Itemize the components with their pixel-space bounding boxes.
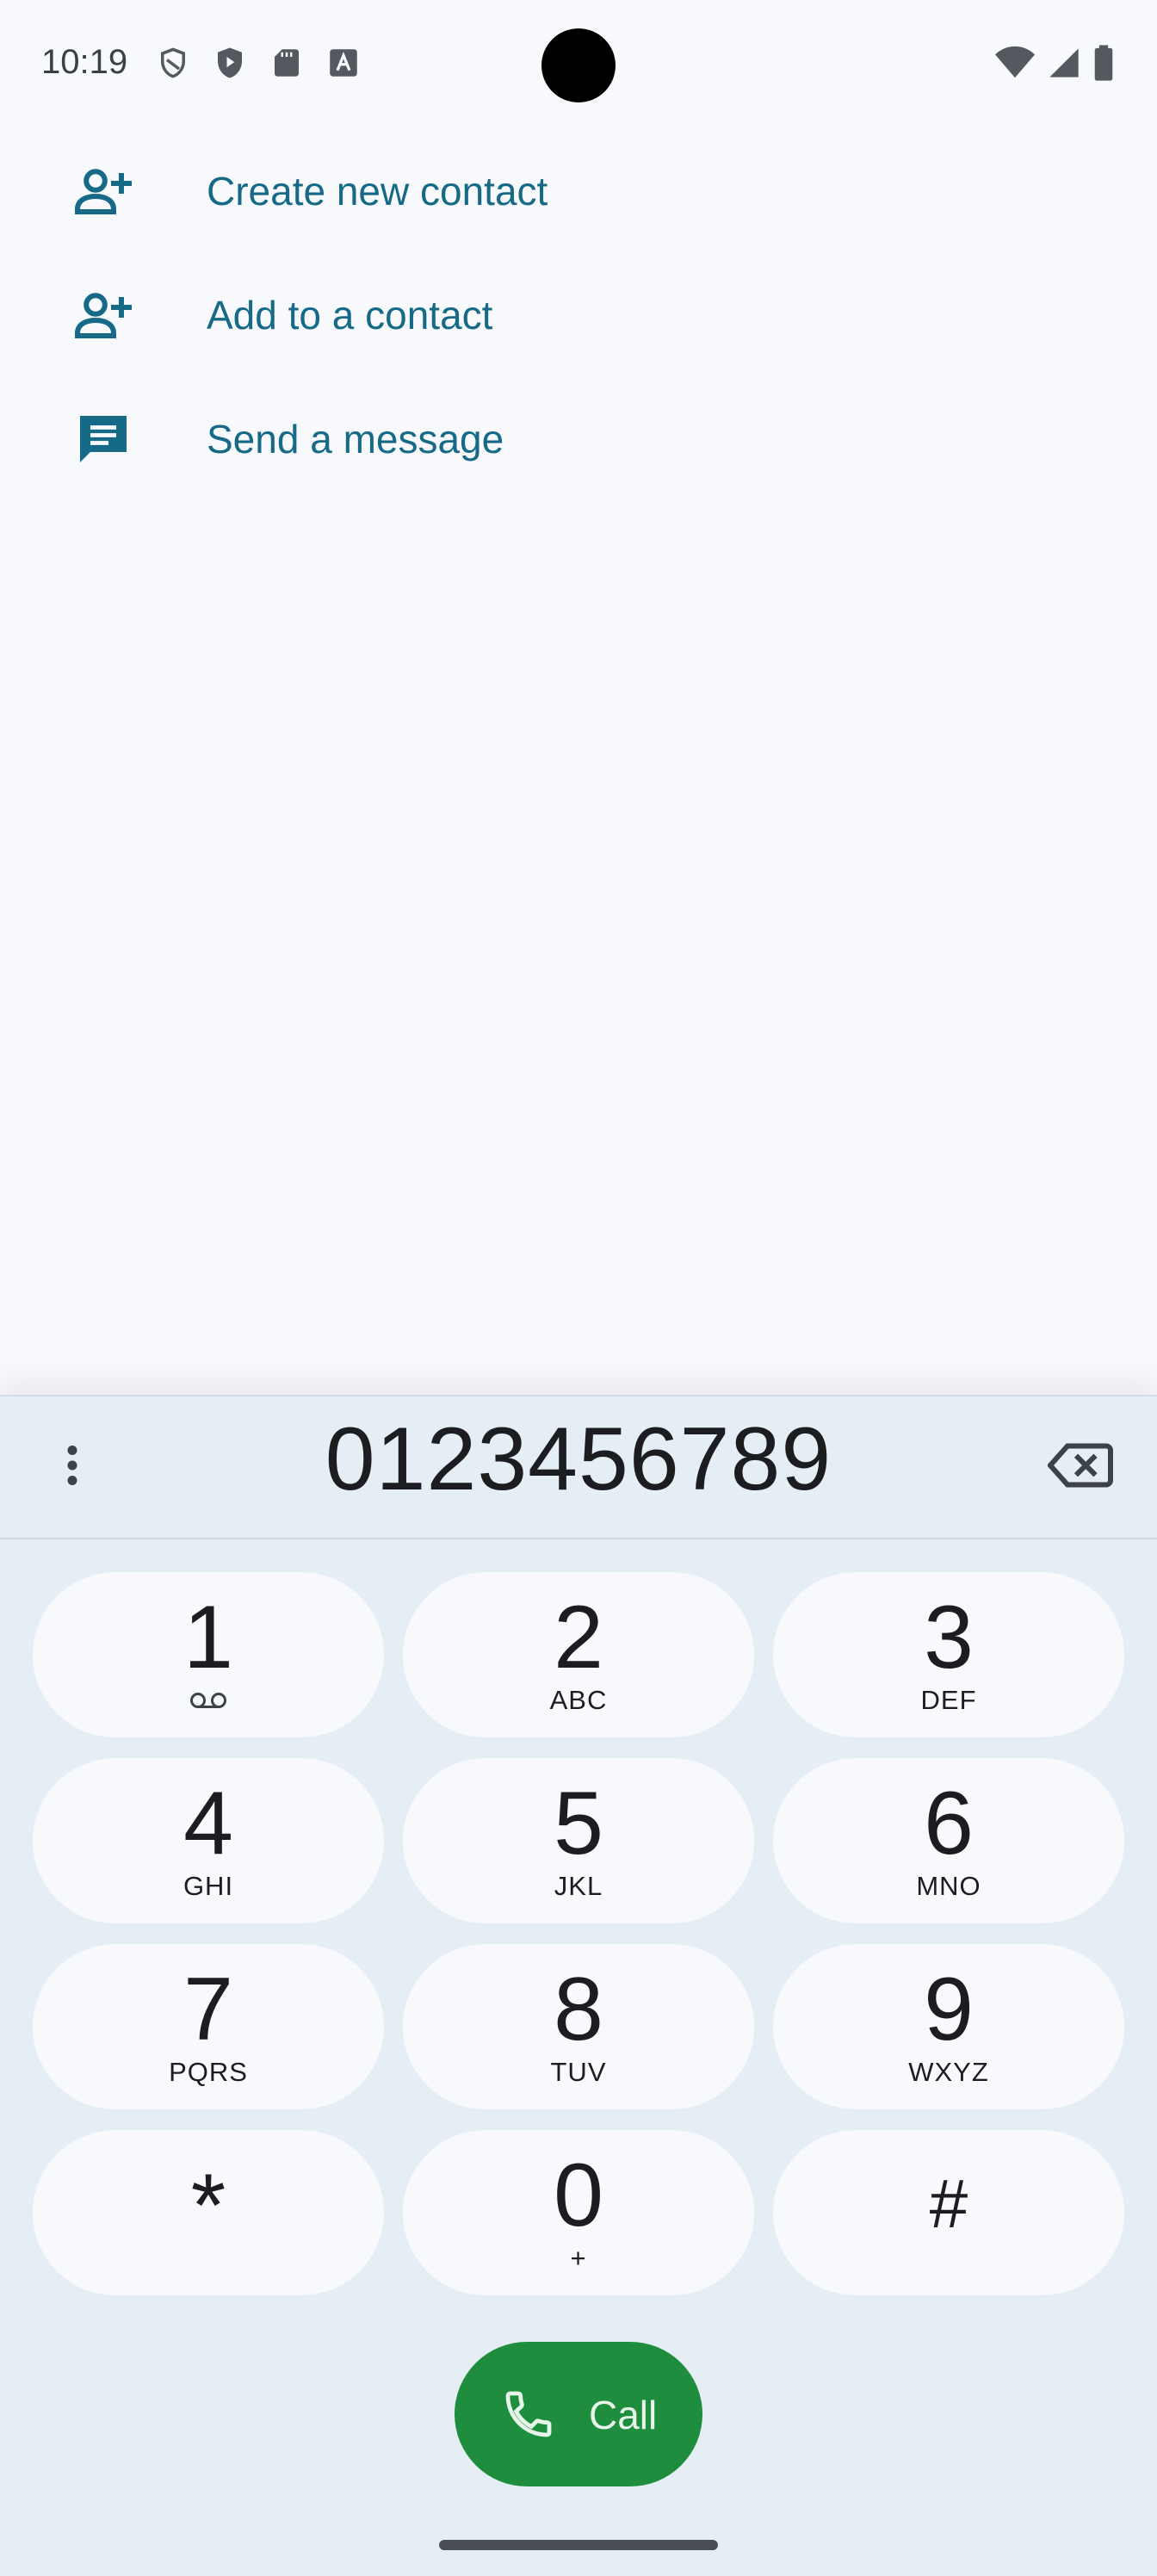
- more-vert-icon: [67, 1446, 77, 1485]
- sd-card-icon: [275, 49, 299, 77]
- send-message-label: Send a message: [207, 417, 504, 461]
- send-message-item[interactable]: Send a message: [0, 377, 1157, 501]
- call-label: Call: [589, 2393, 658, 2437]
- font-a-icon: [330, 49, 357, 77]
- shield-outline-icon: [161, 47, 185, 78]
- call-button[interactable]: Call: [455, 2342, 702, 2486]
- key-letters: DEF: [920, 1685, 977, 1715]
- home-indicator[interactable]: [439, 2540, 718, 2550]
- create-new-contact-item[interactable]: Create new contact: [0, 129, 1157, 253]
- key-1[interactable]: 1: [33, 1572, 384, 1737]
- key-letters: GHI: [183, 1871, 234, 1901]
- key-star[interactable]: *: [33, 2130, 384, 2295]
- key-digit: 7: [183, 1960, 233, 2059]
- create-new-contact-label: Create new contact: [207, 169, 548, 214]
- key-digit: 0: [554, 2146, 603, 2245]
- key-digit: 3: [924, 1588, 974, 1687]
- key-letters: TUV: [550, 2057, 607, 2087]
- key-letters: +: [570, 2243, 587, 2273]
- key-letters: ABC: [549, 1685, 608, 1715]
- key-digit: 8: [554, 1960, 603, 2059]
- more-options-button[interactable]: [38, 1431, 107, 1500]
- dialpad-sheet: 0123456789 1 2 ABC 3 DEF 4 GHI 5 JKL 6 M…: [0, 1395, 1157, 2576]
- phone-screen: 10:19 Create new contact Add to a contac…: [0, 0, 1157, 2576]
- camera-cutout: [541, 28, 616, 102]
- key-letters: WXYZ: [908, 2057, 989, 2087]
- key-digit: 5: [554, 1774, 603, 1873]
- person-add-icon: [71, 282, 136, 348]
- backspace-button[interactable]: [1042, 1431, 1119, 1500]
- backspace-icon: [1048, 1443, 1113, 1488]
- key-digit: 1: [183, 1588, 233, 1687]
- wifi-icon: [995, 46, 1035, 78]
- key-6[interactable]: 6 MNO: [773, 1758, 1124, 1923]
- add-to-contact-label: Add to a contact: [207, 293, 493, 337]
- key-2[interactable]: 2 ABC: [403, 1572, 754, 1737]
- dialer-actions-list: Create new contact Add to a contact Send…: [0, 129, 1157, 501]
- shield-play-icon: [218, 47, 242, 78]
- system-icons: [995, 45, 1114, 81]
- notification-icons: [155, 45, 362, 81]
- status-bar: 10:19: [0, 0, 1157, 129]
- key-digit: 9: [924, 1960, 974, 2059]
- add-to-contact-item[interactable]: Add to a contact: [0, 253, 1157, 377]
- status-time: 10:19: [41, 43, 128, 81]
- battery-icon: [1094, 45, 1113, 81]
- key-8[interactable]: 8 TUV: [403, 1944, 754, 2109]
- key-letters: PQRS: [169, 2057, 248, 2087]
- key-hash[interactable]: #: [773, 2130, 1124, 2295]
- cell-signal-icon: [1049, 48, 1079, 77]
- key-digit: #: [929, 2165, 968, 2242]
- key-9[interactable]: 9 WXYZ: [773, 1944, 1124, 2109]
- key-0[interactable]: 0 +: [403, 2130, 754, 2295]
- dialed-digits[interactable]: 0123456789: [172, 1409, 985, 1511]
- key-5[interactable]: 5 JKL: [403, 1758, 754, 1923]
- key-digit: *: [190, 2156, 226, 2256]
- digits-row: 0123456789: [0, 1396, 1157, 1539]
- key-digit: 4: [183, 1774, 233, 1873]
- voicemail-icon: [33, 1691, 384, 1710]
- key-3[interactable]: 3 DEF: [773, 1572, 1124, 1737]
- key-7[interactable]: 7 PQRS: [33, 1944, 384, 2109]
- key-4[interactable]: 4 GHI: [33, 1758, 384, 1923]
- person-add-icon: [71, 158, 136, 224]
- phone-icon: [505, 2391, 552, 2437]
- message-icon: [71, 406, 136, 472]
- key-letters: JKL: [554, 1871, 603, 1901]
- key-letters: MNO: [916, 1871, 981, 1901]
- key-digit: 2: [554, 1588, 603, 1687]
- key-digit: 6: [924, 1774, 974, 1873]
